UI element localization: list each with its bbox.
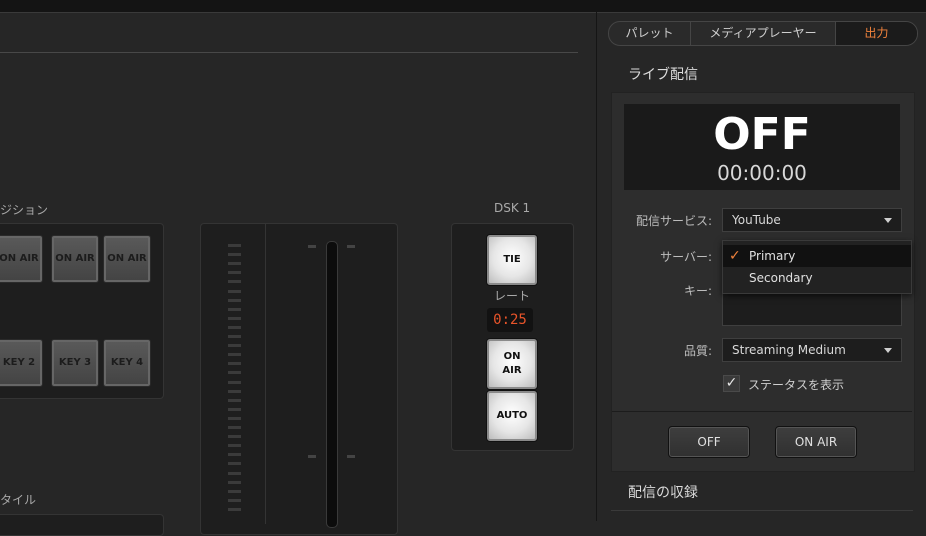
server-option-label: Secondary [749,271,813,285]
tbar-guide-mark [308,455,316,458]
scale-tick [228,471,241,475]
tbar-slot[interactable] [326,241,338,528]
scale-tick [228,244,241,247]
panel-divider [596,12,597,521]
scale-tick [228,335,241,338]
top-strip [0,0,926,13]
header-divider [0,52,578,53]
chevron-down-icon [884,218,892,223]
server-label: サーバー: [660,250,712,264]
server-dropdown-menu: ✓ Primary Secondary [722,240,912,294]
style-panel [0,514,164,536]
scale-tick [228,353,241,357]
dsk-on-air-button[interactable]: ON AIR [487,339,537,389]
server-option-secondary[interactable]: Secondary [723,267,911,289]
tbar-panel-separator [265,224,266,524]
stream-on-air-button[interactable]: ON AIR [775,426,857,458]
scale-tick [228,426,241,429]
quality-value: Streaming Medium [732,343,846,357]
key1-on-air-button[interactable]: ON AIR [0,235,43,283]
scale-tick [228,262,241,266]
quality-label: 品質: [683,344,712,358]
panel-separator [612,411,912,412]
recording-title: 配信の収録 [628,485,698,501]
key4-button[interactable]: KEY 4 [103,339,151,387]
scale-tick [228,280,241,284]
scale-tick [228,307,241,311]
stream-off-button[interactable]: OFF [668,426,750,458]
scale-tick [228,507,241,511]
scale-tick [228,362,241,366]
dsk-rate-label: レート [493,289,530,303]
tab-media-player[interactable]: メディアプレーヤー [691,22,836,45]
scale-tick [228,435,241,439]
dsk-on-air-label: ON AIR [502,351,522,376]
scale-tick [228,298,241,302]
service-label: 配信サービス: [635,214,712,228]
show-status-label: ステータスを表示 [748,378,845,392]
key2-button[interactable]: KEY 2 [0,339,43,387]
dsk-rate-value[interactable]: 0:25 [487,308,533,332]
scale-tick [228,316,241,320]
transition-section-title: ジション [0,203,49,217]
checkmark-icon: ✓ [729,248,741,264]
scale-tick [228,462,241,466]
scale-tick [228,271,241,275]
checkmark-icon: ✓ [725,375,738,391]
dsk-tie-button[interactable]: TIE [487,235,537,285]
tbar-panel [200,223,398,535]
scale-tick [228,253,241,257]
tab-palette[interactable]: パレット [609,22,691,45]
key-label: キー: [683,284,712,298]
stream-status-display: OFF 00:00:00 [624,104,900,190]
scale-tick [228,489,241,493]
tbar-guide-mark [308,245,316,248]
service-value: YouTube [732,213,781,227]
quality-select[interactable]: Streaming Medium [722,338,902,362]
tab-output[interactable]: 出力 [836,22,917,45]
scale-tick [228,325,241,329]
keyer-panel: ON AIR ON AIR ON AIR KEY 2 KEY 3 KEY 4 [0,223,164,399]
scale-tick [228,453,241,457]
dsk-auto-button[interactable]: AUTO [487,391,537,441]
scale-tick [228,416,241,420]
stream-timecode: 00:00:00 [717,161,807,185]
scale-tick [228,389,241,393]
tbar-guide-mark [347,455,355,458]
scale-tick [228,371,241,375]
scale-tick [228,398,241,402]
style-section-title: タイル [0,493,37,507]
scale-tick [228,380,241,384]
server-option-label: Primary [749,249,796,263]
scale-tick [228,444,241,448]
key2-on-air-button[interactable]: ON AIR [51,235,99,283]
server-option-primary[interactable]: ✓ Primary [723,245,911,267]
recording-divider [611,510,913,511]
scale-tick [228,344,241,348]
show-status-checkbox[interactable]: ✓ [723,375,740,392]
panel-tabs: パレット メディアプレーヤー 出力 [608,21,918,46]
live-stream-title: ライブ配信 [628,67,698,83]
chevron-down-icon [884,348,892,353]
tbar-guide-mark [347,245,355,248]
key3-button[interactable]: KEY 3 [51,339,99,387]
dsk-title: DSK 1 [494,201,531,215]
stream-status-text: OFF [713,109,811,160]
key3-on-air-button[interactable]: ON AIR [103,235,151,283]
scale-tick [228,498,241,502]
scale-tick [228,407,241,411]
service-select[interactable]: YouTube [722,208,902,232]
scale-tick [228,480,241,484]
scale-tick [228,289,241,293]
